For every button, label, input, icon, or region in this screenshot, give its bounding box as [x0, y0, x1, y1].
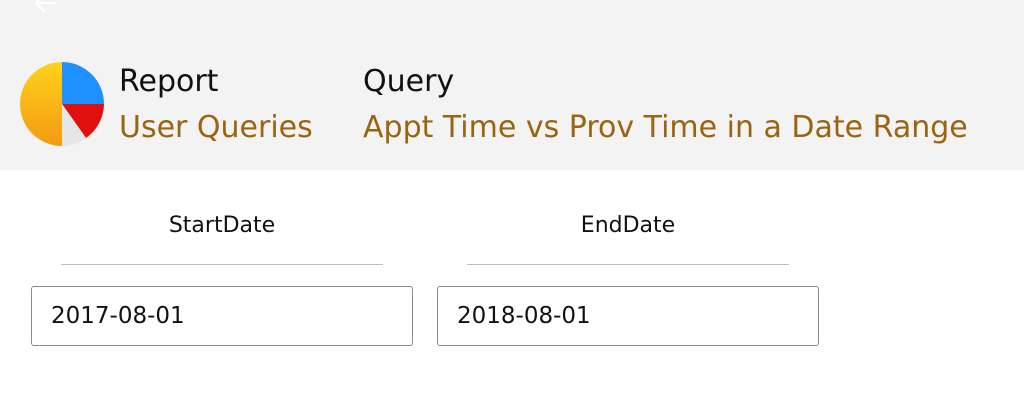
pie-chart-icon	[20, 62, 104, 146]
end-date-input[interactable]	[437, 286, 819, 346]
query-value: Appt Time vs Prov Time in a Date Range	[363, 110, 968, 145]
arrow-left-icon	[35, 0, 57, 12]
start-date-label: StartDate	[168, 213, 276, 238]
report-label: Report	[119, 64, 219, 99]
back-button[interactable]	[30, 0, 60, 14]
query-label: Query	[363, 64, 455, 99]
report-value: User Queries	[119, 110, 313, 145]
end-date-divider	[467, 264, 789, 265]
end-date-label: EndDate	[580, 213, 676, 238]
start-date-divider	[61, 264, 383, 265]
page-header: Report User Queries Query Appt Time vs P…	[0, 0, 1024, 170]
start-date-input[interactable]	[31, 286, 413, 346]
